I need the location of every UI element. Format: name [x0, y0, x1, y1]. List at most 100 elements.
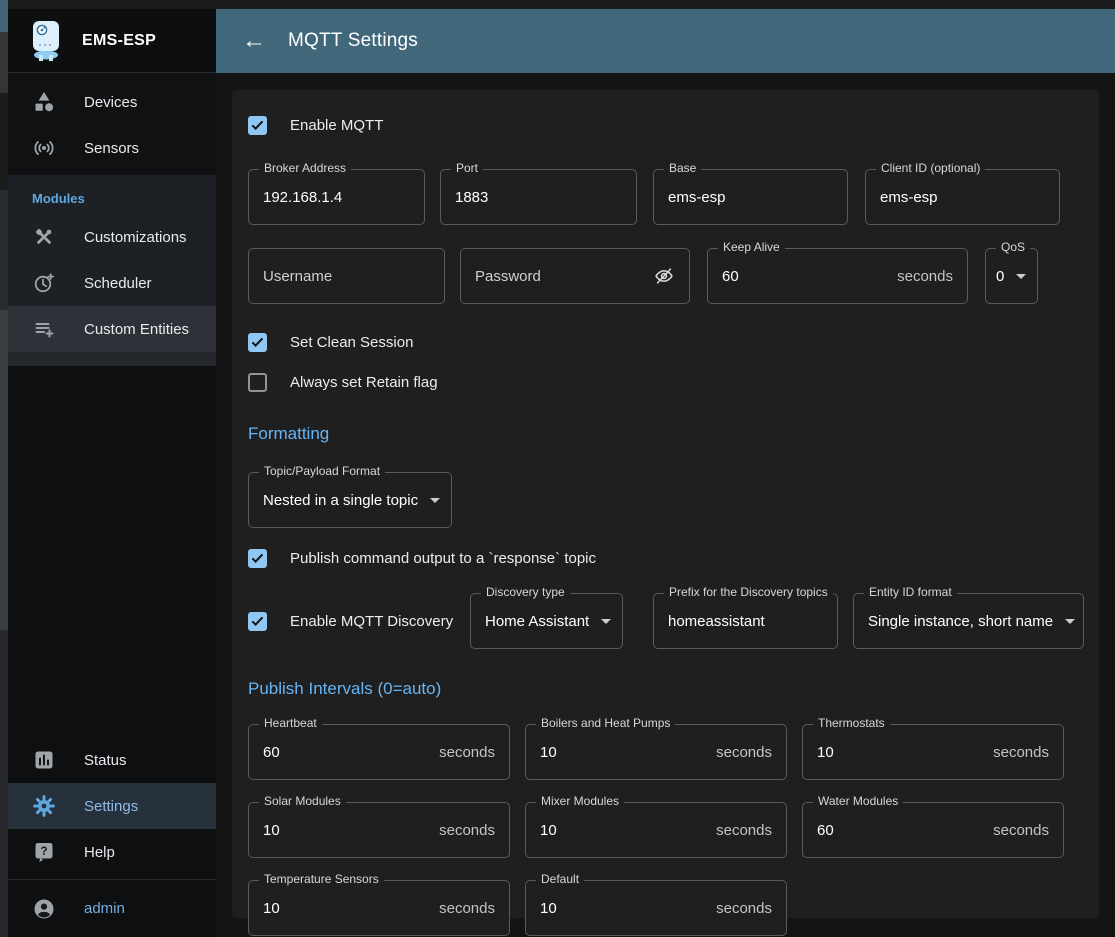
checkbox-label: Publish command output to a `response` t…	[290, 550, 596, 567]
back-arrow-icon[interactable]: ←	[242, 29, 266, 53]
field-value: ems-esp	[668, 189, 726, 206]
field-suffix: seconds	[993, 744, 1049, 761]
thermostats-interval-field[interactable]: Thermostats 10 seconds	[802, 724, 1064, 780]
field-value: 0	[996, 268, 1004, 285]
gear-icon	[32, 794, 56, 818]
help-icon: ?	[32, 840, 56, 864]
discovery-type-select[interactable]: Discovery type Home Assistant	[470, 593, 623, 649]
field-label: Broker Address	[259, 161, 351, 175]
sidebar-item-devices[interactable]: Devices	[8, 79, 216, 125]
field-label: Port	[451, 161, 483, 175]
base-field[interactable]: Base ems-esp	[653, 169, 848, 225]
sidebar-item-scheduler[interactable]: Scheduler	[8, 260, 216, 306]
enable-discovery-checkbox[interactable]: Enable MQTT Discovery	[248, 609, 470, 633]
sidebar-item-label: Help	[84, 844, 115, 861]
field-suffix: seconds	[897, 268, 953, 285]
field-label: Thermostats	[813, 716, 890, 730]
boilers-interval-field[interactable]: Boilers and Heat Pumps 10 seconds	[525, 724, 787, 780]
ems-esp-app: EMS-ESP Devices	[0, 0, 1115, 937]
sidebar: EMS-ESP Devices	[8, 9, 216, 937]
sidebar-item-custom-entities[interactable]: Custom Entities	[8, 306, 216, 352]
sidebar-item-settings[interactable]: Settings	[8, 783, 216, 829]
heartbeat-interval-field[interactable]: Heartbeat 60 seconds	[248, 724, 510, 780]
field-label: Prefix for the Discovery topics	[664, 585, 833, 599]
checkbox-checked-icon	[248, 116, 267, 135]
publish-response-checkbox[interactable]: Publish command output to a `response` t…	[248, 546, 1099, 570]
qos-select[interactable]: QoS 0	[985, 248, 1038, 304]
checkbox-unchecked-icon	[248, 373, 267, 392]
topic-payload-format-select[interactable]: Topic/Payload Format Nested in a single …	[248, 472, 452, 528]
temperature-sensors-interval-field[interactable]: Temperature Sensors 10 seconds	[248, 880, 510, 936]
sidebar-item-label: Status	[84, 752, 127, 769]
chevron-down-icon	[430, 498, 440, 503]
sidebar-item-admin[interactable]: admin	[8, 880, 216, 937]
discovery-row: Enable MQTT Discovery Discovery type Hom…	[248, 593, 1099, 649]
field-label: Client ID (optional)	[876, 161, 985, 175]
discovery-prefix-field[interactable]: Prefix for the Discovery topics homeassi…	[653, 593, 838, 649]
sidebar-item-sensors[interactable]: Sensors	[8, 125, 216, 171]
sensors-icon	[32, 136, 56, 160]
field-value: 60	[263, 744, 280, 761]
client-id-field[interactable]: Client ID (optional) ems-esp	[865, 169, 1060, 225]
sidebar-nav-bottom: Status Settings	[8, 737, 216, 879]
sidebar-item-label: Settings	[84, 798, 138, 815]
field-label: Mixer Modules	[536, 794, 624, 808]
credentials-row: Username Password Keep Alive 60	[248, 248, 1099, 304]
visibility-off-icon[interactable]	[653, 265, 675, 287]
sidebar-item-help[interactable]: ? Help	[8, 829, 216, 875]
field-value: Home Assistant	[485, 613, 589, 630]
field-value: 1883	[455, 189, 488, 206]
broker-address-field[interactable]: Broker Address 192.168.1.4	[248, 169, 425, 225]
app-bar: ← MQTT Settings	[216, 9, 1115, 73]
retain-flag-checkbox[interactable]: Always set Retain flag	[248, 370, 1099, 394]
field-value: 10	[540, 900, 557, 917]
entity-id-format-select[interactable]: Entity ID format Single instance, short …	[853, 593, 1084, 649]
field-value: 60	[722, 268, 739, 285]
mixer-interval-field[interactable]: Mixer Modules 10 seconds	[525, 802, 787, 858]
password-field[interactable]: Password	[460, 248, 690, 304]
sidebar-item-label: Scheduler	[84, 275, 152, 292]
field-label: Keep Alive	[718, 240, 785, 254]
modules-section-label: Modules	[8, 175, 216, 214]
field-suffix: seconds	[439, 822, 495, 839]
username-field[interactable]: Username	[248, 248, 445, 304]
field-label: Default	[536, 872, 584, 886]
field-value: 10	[540, 744, 557, 761]
field-value: 10	[540, 822, 557, 839]
page-title: MQTT Settings	[288, 30, 418, 52]
enable-mqtt-checkbox[interactable]: Enable MQTT	[248, 113, 1099, 137]
sidebar-item-label: Custom Entities	[84, 321, 189, 338]
checkbox-label: Set Clean Session	[290, 334, 413, 351]
sidebar-item-status[interactable]: Status	[8, 737, 216, 783]
sidebar-spacer	[8, 366, 216, 737]
field-label: Boilers and Heat Pumps	[536, 716, 675, 730]
keep-alive-field[interactable]: Keep Alive 60 seconds	[707, 248, 968, 304]
brand-header: EMS-ESP	[8, 9, 216, 73]
default-interval-field[interactable]: Default 10 seconds	[525, 880, 787, 936]
checkbox-checked-icon	[248, 549, 267, 568]
clean-session-checkbox[interactable]: Set Clean Session	[248, 330, 1099, 354]
category-icon	[32, 90, 56, 114]
svg-text:?: ?	[40, 846, 47, 858]
port-field[interactable]: Port 1883	[440, 169, 637, 225]
field-value: 10	[817, 744, 834, 761]
field-value: homeassistant	[668, 613, 765, 630]
solar-interval-field[interactable]: Solar Modules 10 seconds	[248, 802, 510, 858]
checkbox-label: Enable MQTT	[290, 117, 383, 134]
playlist-add-icon	[32, 317, 56, 341]
field-value: Single instance, short name	[868, 613, 1053, 630]
topic-format-row: Topic/Payload Format Nested in a single …	[248, 472, 1099, 528]
field-placeholder: Password	[475, 268, 541, 285]
field-value: 60	[817, 822, 834, 839]
formatting-heading: Formatting	[248, 424, 1099, 444]
publish-intervals-heading: Publish Intervals (0=auto)	[248, 679, 1099, 699]
water-interval-field[interactable]: Water Modules 60 seconds	[802, 802, 1064, 858]
settings-card: Enable MQTT Broker Address 192.168.1.4 P…	[232, 90, 1099, 918]
field-value: ems-esp	[880, 189, 938, 206]
window-edge-sliver	[0, 0, 8, 937]
sidebar-item-customizations[interactable]: Customizations	[8, 214, 216, 260]
broker-row: Broker Address 192.168.1.4 Port 1883 Bas…	[248, 169, 1099, 225]
more-time-icon	[32, 271, 56, 295]
field-label: Solar Modules	[259, 794, 346, 808]
chevron-down-icon	[601, 619, 611, 624]
